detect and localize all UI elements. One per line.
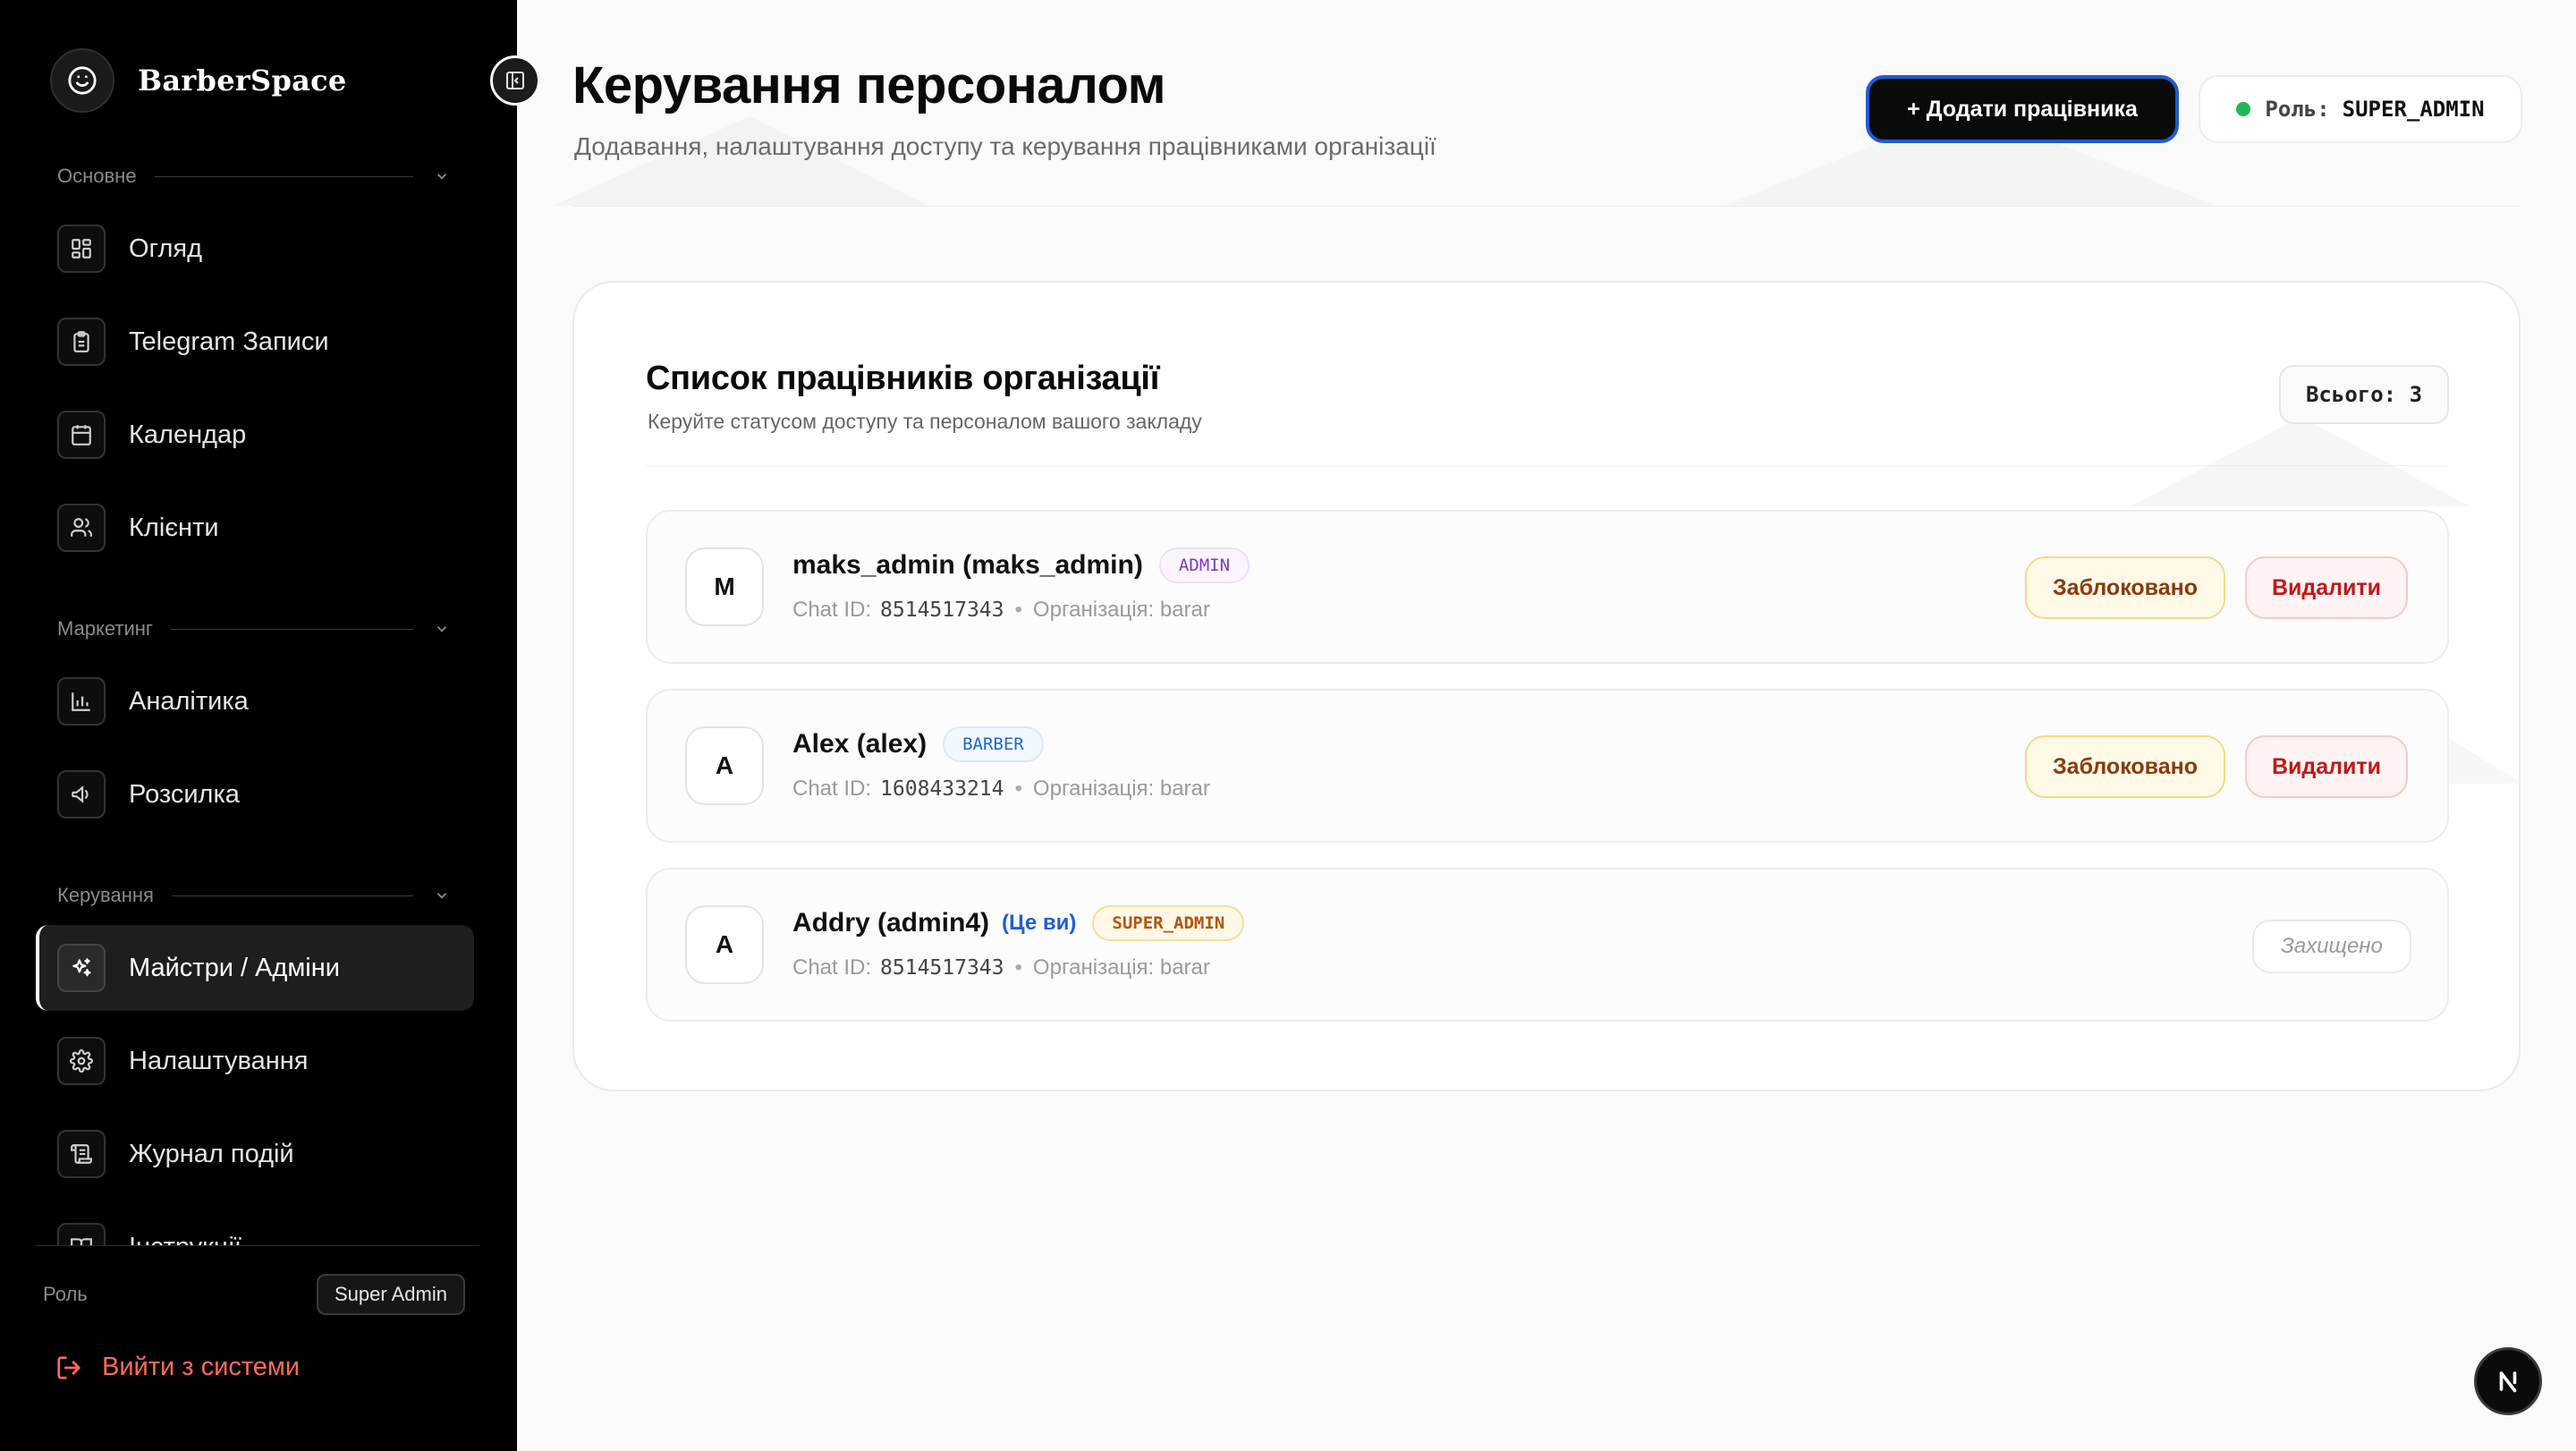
sidebar: BarberSpace Основне Огляд Telegram Запис… <box>0 0 517 1451</box>
page-subtitle: Додавання, налаштування доступу та керув… <box>574 132 1436 160</box>
brand-name: BarberSpace <box>138 64 347 98</box>
section-management-label: Керування <box>57 884 154 906</box>
main-content: Керування персоналом Додавання, налаштув… <box>517 0 2576 1451</box>
employee-row: A Addry (admin4) (Це ви) SUPER_ADMIN Cha… <box>646 868 2449 1022</box>
chevron-down-icon <box>433 620 451 638</box>
sidebar-item-telegram-bookings[interactable]: Telegram Записи <box>36 299 474 385</box>
sidebar-item-analytics[interactable]: Аналітика <box>36 658 474 744</box>
chat-id-label: Chat ID: <box>792 598 872 622</box>
add-employee-button[interactable]: + Додати працівника <box>1866 75 2179 143</box>
total-count-badge: Всього: 3 <box>2279 365 2449 424</box>
employee-row: M maks_admin (maks_admin) ADMIN Chat ID:… <box>646 510 2449 664</box>
employee-row: A Alex (alex) BARBER Chat ID: 1608433214… <box>646 689 2449 843</box>
logout-button[interactable]: Вийти з системи <box>55 1353 300 1382</box>
chat-id-label: Chat ID: <box>792 955 872 980</box>
status-dot <box>2236 102 2251 116</box>
sidebar-item-calendar[interactable]: Календар <box>36 392 474 478</box>
section-marketing-label: Маркетинг <box>57 617 153 640</box>
bar-chart-icon <box>57 677 106 726</box>
scroll-icon <box>57 1130 106 1178</box>
current-role-pill: Роль: SUPER_ADMIN <box>2199 75 2522 143</box>
sidebar-item-label: Майстри / Адміни <box>129 953 340 982</box>
section-marketing[interactable]: Маркетинг <box>57 617 451 641</box>
sidebar-item-label: Telegram Записи <box>129 327 329 356</box>
panel-left-icon <box>506 72 524 89</box>
nextjs-logo-icon <box>2499 1371 2517 1393</box>
calendar-icon <box>57 411 106 459</box>
sidebar-item-masters-admins[interactable]: Майстри / Адміни <box>36 925 474 1011</box>
employee-name: Addry (admin4) <box>792 908 990 938</box>
sparkles-icon <box>57 944 106 992</box>
megaphone-icon <box>57 770 106 819</box>
chevron-down-icon <box>433 887 451 904</box>
current-user-tag: (Це ви) <box>1002 911 1077 935</box>
avatar: A <box>685 726 764 805</box>
section-management[interactable]: Керування <box>57 884 451 907</box>
clipboard-icon <box>57 318 106 366</box>
gear-icon <box>57 1037 106 1085</box>
protected-badge: Захищено <box>2252 920 2411 973</box>
role-pill-value: SUPER_ADMIN <box>2342 97 2485 122</box>
nextjs-devtools-button[interactable] <box>2474 1347 2542 1415</box>
organization-label: Організація: barar <box>1032 776 1210 801</box>
grid-icon <box>57 225 106 273</box>
employee-name: Alex (alex) <box>792 729 928 759</box>
role-badge: ADMIN <box>1158 547 1250 583</box>
avatar: M <box>685 547 764 626</box>
organization-label: Організація: barar <box>1032 598 1210 622</box>
organization-label: Організація: barar <box>1032 955 1210 980</box>
sidebar-item-label: Налаштування <box>129 1046 309 1075</box>
sidebar-item-label: Журнал подій <box>129 1139 294 1168</box>
sidebar-toggle-button[interactable] <box>490 55 540 106</box>
role-pill-label: Роль: <box>2265 97 2330 122</box>
employee-name: maks_admin (maks_admin) <box>792 550 1143 580</box>
role-label: Роль <box>43 1283 88 1305</box>
sidebar-footer-divider <box>36 1245 479 1246</box>
logout-label: Вийти з системи <box>102 1353 301 1381</box>
chat-id-label: Chat ID: <box>792 776 872 801</box>
sidebar-item-label: Огляд <box>129 233 203 263</box>
users-icon <box>57 504 106 552</box>
card-subtitle: Керуйте статусом доступу та персоналом в… <box>648 410 1202 433</box>
delete-button[interactable]: Видалити <box>2245 735 2408 798</box>
sidebar-item-clients[interactable]: Клієнти <box>36 485 474 571</box>
sidebar-item-settings[interactable]: Налаштування <box>36 1018 474 1104</box>
section-main[interactable]: Основне <box>57 165 451 188</box>
chevron-down-icon <box>433 167 451 185</box>
sidebar-item-label: Клієнти <box>129 513 219 542</box>
sidebar-item-label: Аналітика <box>129 686 249 716</box>
sidebar-item-label: Розсилка <box>129 779 240 809</box>
delete-button[interactable]: Видалити <box>2245 556 2408 619</box>
role-badge: Super Admin <box>317 1274 465 1315</box>
card-title: Список працівників організації <box>646 360 1160 397</box>
section-main-label: Основне <box>57 165 137 187</box>
avatar: A <box>685 905 764 984</box>
sidebar-item-mailing[interactable]: Розсилка <box>36 751 474 837</box>
role-badge: BARBER <box>943 726 1044 762</box>
sidebar-item-label: Календар <box>129 420 247 449</box>
block-button[interactable]: Заблоковано <box>2025 556 2225 619</box>
sidebar-item-overview[interactable]: Огляд <box>36 206 474 292</box>
role-badge: SUPER_ADMIN <box>1092 905 1245 941</box>
block-button[interactable]: Заблоковано <box>2025 735 2225 798</box>
chat-id-value: 8514517343 <box>880 956 1004 980</box>
smiley-logo-icon <box>50 48 114 113</box>
page-title: Керування персоналом <box>572 56 1166 115</box>
chat-id-value: 1608433214 <box>880 777 1004 801</box>
employees-card: Список працівників організації Керуйте с… <box>572 281 2521 1091</box>
brand[interactable]: BarberSpace <box>50 48 347 113</box>
logout-icon <box>57 1355 80 1379</box>
header-divider <box>572 206 2521 207</box>
card-divider <box>646 465 2449 466</box>
chat-id-value: 8514517343 <box>880 598 1004 622</box>
sidebar-item-event-log[interactable]: Журнал подій <box>36 1111 474 1197</box>
